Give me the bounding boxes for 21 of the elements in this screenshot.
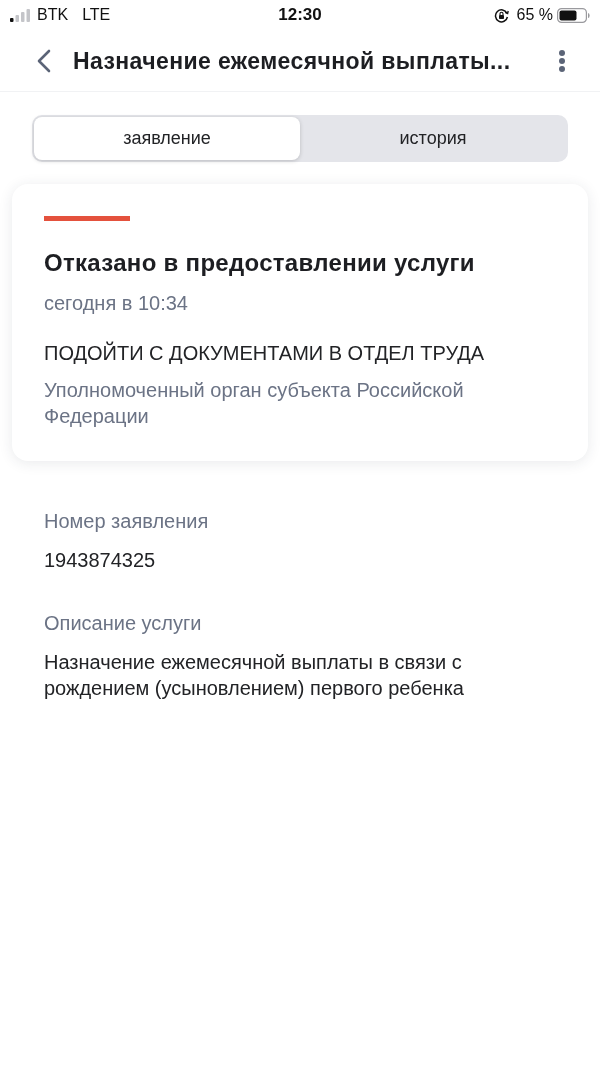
page-title: Назначение ежемесячной выплаты...	[73, 46, 512, 75]
status-date: сегодня в 10:34	[44, 291, 189, 315]
more-button[interactable]	[558, 48, 566, 73]
detail-value: Назначение ежемесячной выплаты в связи с рождением (усыновлением) первого ребенка	[44, 650, 465, 701]
back-chevron-icon	[37, 48, 51, 73]
status-message: ПОДОЙТИ С ДОКУМЕНТАМИ В ОТДЕЛ ТРУДА	[44, 341, 486, 365]
authority-name: Уполномоченный орган субъекта Российской Федерации	[44, 378, 465, 429]
more-vertical-icon	[558, 48, 566, 73]
detail-value: 1943874325	[44, 548, 157, 573]
detail-label: Номер заявления	[44, 509, 210, 533]
rotation-lock-icon	[493, 7, 509, 23]
tab[interactable]: заявление	[34, 117, 300, 160]
tab[interactable]: история	[300, 117, 566, 160]
clock-time: 12:30	[278, 5, 322, 25]
carrier-name: BTK	[37, 5, 69, 25]
battery-percent: 65 %	[516, 5, 553, 25]
signal-icon	[10, 8, 30, 22]
detail-label: Описание услуги	[44, 611, 203, 635]
battery-icon	[557, 7, 590, 23]
network-type: LTE	[82, 5, 111, 25]
status-title: Отказано в предоставлении услуги	[44, 249, 476, 277]
